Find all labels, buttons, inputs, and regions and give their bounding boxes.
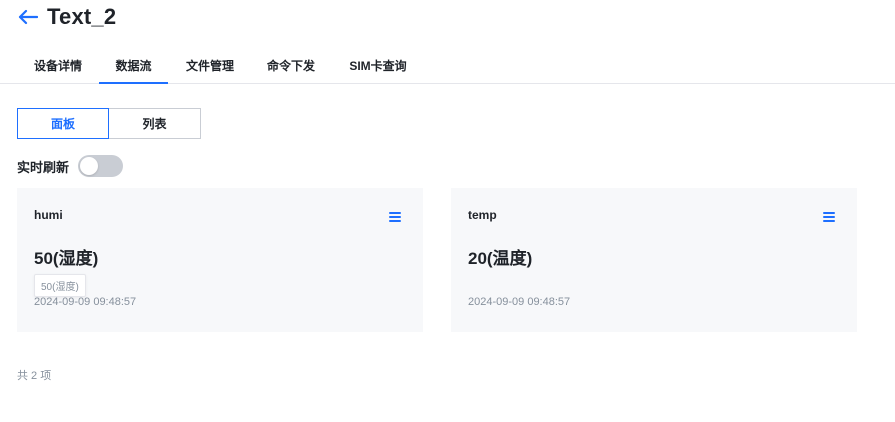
tab-file-management[interactable]: 文件管理: [185, 50, 235, 83]
page-header: Text_2: [17, 2, 116, 32]
card-value: 20(温度): [468, 249, 533, 268]
tab-command-send[interactable]: 命令下发: [266, 50, 316, 83]
tab-sim-query[interactable]: SIM卡查询: [347, 50, 409, 83]
page-title: Text_2: [47, 4, 117, 29]
datastream-card-humi: humi 50(湿度) 2024-09-09 09:48:57 50(湿度): [17, 188, 423, 332]
total-count: 共 2 项: [17, 370, 52, 382]
switch-knob: [80, 157, 99, 175]
card-timestamp: 2024-09-09 09:48:57: [34, 296, 137, 308]
realtime-refresh-label: 实时刷新: [17, 159, 70, 175]
card-name: humi: [34, 208, 63, 222]
tab-bar: 设备详情 数据流 文件管理 命令下发 SIM卡查询: [0, 50, 895, 84]
panel-view-button[interactable]: 面板: [17, 108, 109, 139]
card-name: temp: [468, 208, 497, 222]
realtime-refresh: 实时刷新: [17, 155, 124, 177]
view-toggle: 面板 列表: [17, 108, 201, 139]
tab-data-stream[interactable]: 数据流: [99, 50, 168, 84]
datastream-card-temp: temp 20(温度) 2024-09-09 09:48:57: [451, 188, 857, 332]
card-value: 50(湿度): [34, 249, 99, 268]
menu-icon[interactable]: [822, 210, 836, 224]
menu-icon[interactable]: [388, 210, 402, 224]
value-tooltip: 50(湿度): [34, 274, 86, 297]
tab-device-details[interactable]: 设备详情: [33, 50, 83, 83]
list-view-button[interactable]: 列表: [109, 108, 201, 139]
arrow-left-icon[interactable]: [17, 6, 39, 28]
realtime-refresh-switch[interactable]: [78, 155, 124, 177]
card-timestamp: 2024-09-09 09:48:57: [468, 296, 571, 308]
